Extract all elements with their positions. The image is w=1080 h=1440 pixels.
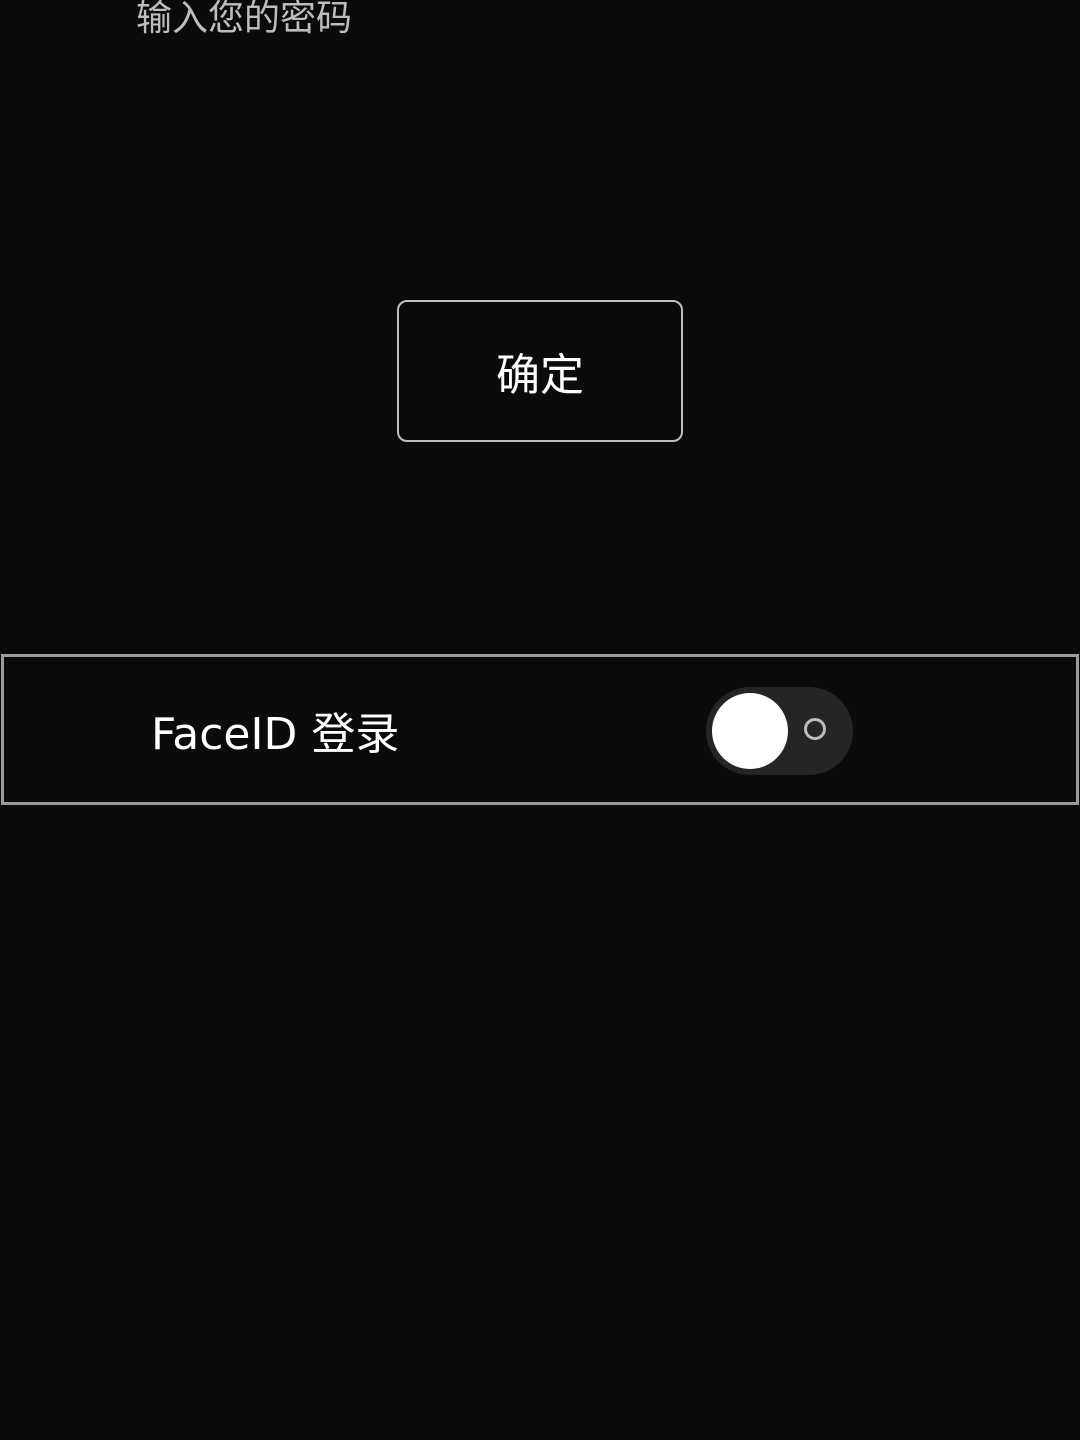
toggle-off-icon [804,718,826,740]
faceid-label: FaceID 登录 [151,708,400,760]
faceid-setting-row: FaceID 登录 [1,654,1079,805]
password-input[interactable] [136,0,736,48]
toggle-knob [712,693,788,769]
confirm-button[interactable]: 确定 [397,300,683,442]
faceid-toggle[interactable] [706,687,853,775]
